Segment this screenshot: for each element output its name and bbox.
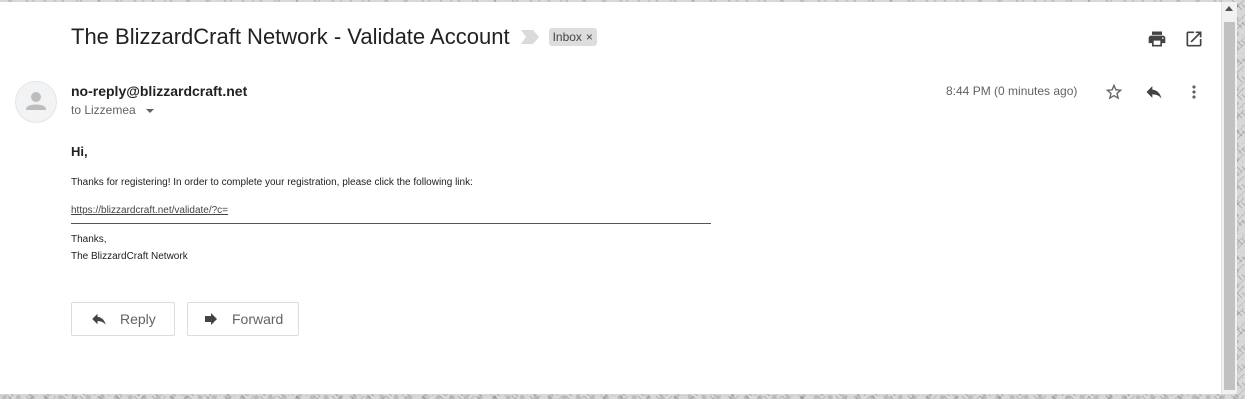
importance-marker-icon[interactable] [520, 30, 539, 44]
email-message: Thanks for registering! In order to comp… [71, 177, 473, 188]
scrollbar[interactable] [1221, 2, 1237, 394]
email-timestamp: 8:44 PM (0 minutes ago) [946, 84, 1078, 98]
sender-address: no-reply@blizzardcraft.net [71, 83, 248, 99]
validation-link[interactable]: https://blizzardcraft.net/validate/?c= [71, 205, 228, 216]
email-signoff: Thanks, [71, 234, 107, 245]
reply-icon [92, 313, 106, 325]
label-text: Inbox [552, 30, 582, 44]
scrollbar-thumb[interactable] [1224, 22, 1235, 390]
recipient-row: to Lizzemea [71, 103, 154, 117]
avatar [15, 81, 57, 123]
star-icon[interactable] [1104, 82, 1124, 102]
avatar-icon [26, 92, 46, 110]
reply-icon[interactable] [1144, 82, 1164, 102]
inbox-label-chip: Inbox × [548, 28, 597, 46]
more-vert-icon[interactable] [1184, 82, 1204, 102]
print-icon[interactable] [1147, 29, 1167, 49]
email-subject: The BlizzardCraft Network - Validate Acc… [71, 24, 510, 49]
subject-row: The BlizzardCraft Network - Validate Acc… [71, 24, 597, 50]
forward-icon [205, 313, 217, 325]
open-in-new-icon[interactable] [1184, 29, 1204, 49]
forward-button-label: Forward [232, 311, 284, 327]
chevron-down-icon[interactable] [145, 108, 154, 113]
divider [71, 223, 711, 224]
email-view-panel: The BlizzardCraft Network - Validate Acc… [0, 2, 1221, 394]
reply-button[interactable]: Reply [71, 302, 175, 336]
email-signature: The BlizzardCraft Network [71, 251, 188, 262]
scroll-up-icon[interactable] [1225, 6, 1233, 11]
reply-button-label: Reply [120, 311, 156, 327]
email-greeting: Hi, [71, 144, 88, 159]
forward-button[interactable]: Forward [187, 302, 299, 336]
remove-label-button[interactable]: × [586, 30, 593, 44]
recipient-text: to Lizzemea [71, 103, 136, 117]
